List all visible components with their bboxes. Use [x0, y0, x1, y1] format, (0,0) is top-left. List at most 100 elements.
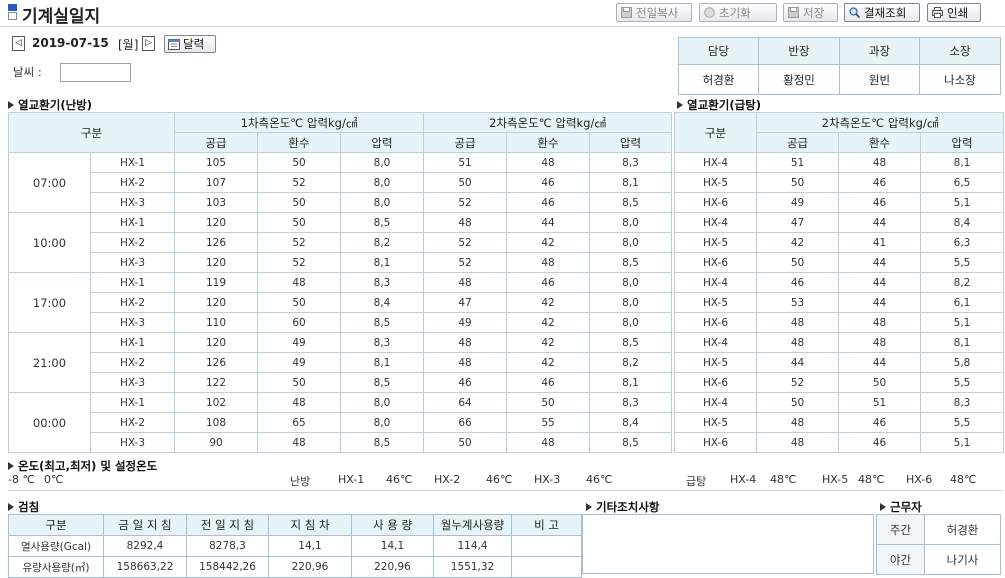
value-cell[interactable]: 46: [838, 172, 921, 193]
value-cell[interactable]: 158442,26: [186, 556, 269, 578]
value-cell[interactable]: 42: [756, 232, 839, 253]
value-cell[interactable]: 52: [756, 372, 839, 393]
value-cell[interactable]: 126: [174, 352, 259, 373]
value-cell[interactable]: 50: [257, 192, 342, 213]
value-cell[interactable]: 52: [423, 252, 508, 273]
value-cell[interactable]: 46: [506, 192, 591, 213]
value-cell[interactable]: 42: [506, 232, 591, 253]
value-cell[interactable]: 49: [257, 352, 342, 373]
value-cell[interactable]: 51: [838, 392, 921, 413]
value-cell[interactable]: 8,3: [920, 392, 1004, 413]
value-cell[interactable]: 8,1: [920, 332, 1004, 353]
value-cell[interactable]: 8,5: [589, 432, 673, 453]
value-cell[interactable]: 50: [756, 172, 839, 193]
value-cell[interactable]: 8292,4: [103, 535, 187, 557]
value-cell[interactable]: 49: [257, 332, 342, 353]
value-cell[interactable]: 1551,32: [433, 556, 512, 578]
value-cell[interactable]: 120: [174, 212, 259, 233]
value-cell[interactable]: 48: [423, 212, 508, 233]
value-cell[interactable]: 8,3: [340, 272, 425, 293]
value-cell[interactable]: 5,5: [920, 372, 1004, 393]
value-cell[interactable]: 120: [174, 332, 259, 353]
value-cell[interactable]: [511, 535, 582, 557]
value-cell[interactable]: 8,3: [589, 392, 673, 413]
value-cell[interactable]: 41: [838, 232, 921, 253]
value-cell[interactable]: 50: [257, 152, 342, 173]
reset-button[interactable]: 초기화: [699, 3, 777, 22]
value-cell[interactable]: 8,0: [340, 172, 425, 193]
value-cell[interactable]: 48: [756, 432, 839, 453]
value-cell[interactable]: 46: [506, 372, 591, 393]
value-cell[interactable]: 8,5: [340, 312, 425, 333]
value-cell[interactable]: 46: [756, 272, 839, 293]
other-actions-textarea[interactable]: [582, 514, 874, 574]
value-cell[interactable]: 110: [174, 312, 259, 333]
value-cell[interactable]: 105: [174, 152, 259, 173]
value-cell[interactable]: 44: [838, 272, 921, 293]
value-cell[interactable]: 55: [506, 412, 591, 433]
value-cell[interactable]: 8,3: [589, 152, 673, 173]
value-cell[interactable]: 8,2: [340, 232, 425, 253]
value-cell[interactable]: 107: [174, 172, 259, 193]
value-cell[interactable]: 44: [838, 352, 921, 373]
value-cell[interactable]: 44: [838, 212, 921, 233]
value-cell[interactable]: 8,5: [589, 332, 673, 353]
value-cell[interactable]: 42: [506, 332, 591, 353]
value-cell[interactable]: 47: [423, 292, 508, 313]
value-cell[interactable]: 47: [756, 212, 839, 233]
value-cell[interactable]: 5,1: [920, 312, 1004, 333]
value-cell[interactable]: 8,4: [589, 412, 673, 433]
value-cell[interactable]: 60: [257, 312, 342, 333]
value-cell[interactable]: 48: [423, 352, 508, 373]
value-cell[interactable]: 48: [838, 152, 921, 173]
value-cell[interactable]: 65: [257, 412, 342, 433]
value-cell[interactable]: 46: [838, 412, 921, 433]
value-cell[interactable]: 220,96: [351, 556, 434, 578]
value-cell[interactable]: 8,0: [340, 412, 425, 433]
value-cell[interactable]: 158663,22: [103, 556, 187, 578]
value-cell[interactable]: 8,0: [589, 272, 673, 293]
value-cell[interactable]: 42: [506, 352, 591, 373]
value-cell[interactable]: [511, 556, 582, 578]
value-cell[interactable]: 48: [423, 272, 508, 293]
value-cell[interactable]: 48: [756, 332, 839, 353]
value-cell[interactable]: 48: [506, 432, 591, 453]
value-cell[interactable]: 8,4: [340, 292, 425, 313]
value-cell[interactable]: 48: [257, 272, 342, 293]
value-cell[interactable]: 51: [756, 152, 839, 173]
value-cell[interactable]: 8,1: [920, 152, 1004, 173]
value-cell[interactable]: 90: [174, 432, 259, 453]
value-cell[interactable]: 46: [838, 192, 921, 213]
value-cell[interactable]: 120: [174, 252, 259, 273]
value-cell[interactable]: 8,5: [589, 192, 673, 213]
value-cell[interactable]: 66: [423, 412, 508, 433]
value-cell[interactable]: 6,3: [920, 232, 1004, 253]
value-cell[interactable]: 50: [423, 432, 508, 453]
value-cell[interactable]: 52: [257, 252, 342, 273]
value-cell[interactable]: 8,0: [589, 312, 673, 333]
value-cell[interactable]: 114,4: [433, 535, 512, 557]
calendar-button[interactable]: 달력: [164, 35, 216, 53]
value-cell[interactable]: 44: [838, 292, 921, 313]
value-cell[interactable]: 8278,3: [186, 535, 269, 557]
value-cell[interactable]: 6,5: [920, 172, 1004, 193]
value-cell[interactable]: 53: [756, 292, 839, 313]
value-cell[interactable]: 48: [838, 332, 921, 353]
value-cell[interactable]: 5,1: [920, 432, 1004, 453]
next-day-button[interactable]: ▷: [142, 36, 155, 51]
value-cell[interactable]: 64: [423, 392, 508, 413]
value-cell[interactable]: 8,1: [340, 252, 425, 273]
value-cell[interactable]: 220,96: [268, 556, 352, 578]
value-cell[interactable]: 8,0: [589, 232, 673, 253]
value-cell[interactable]: 122: [174, 372, 259, 393]
value-cell[interactable]: 44: [506, 212, 591, 233]
value-cell[interactable]: 50: [756, 392, 839, 413]
value-cell[interactable]: 8,0: [589, 292, 673, 313]
value-cell[interactable]: 119: [174, 272, 259, 293]
value-cell[interactable]: 50: [838, 372, 921, 393]
value-cell[interactable]: 52: [257, 232, 342, 253]
value-cell[interactable]: 8,2: [920, 272, 1004, 293]
value-cell[interactable]: 48: [257, 432, 342, 453]
value-cell[interactable]: 8,1: [589, 372, 673, 393]
value-cell[interactable]: 51: [423, 152, 508, 173]
